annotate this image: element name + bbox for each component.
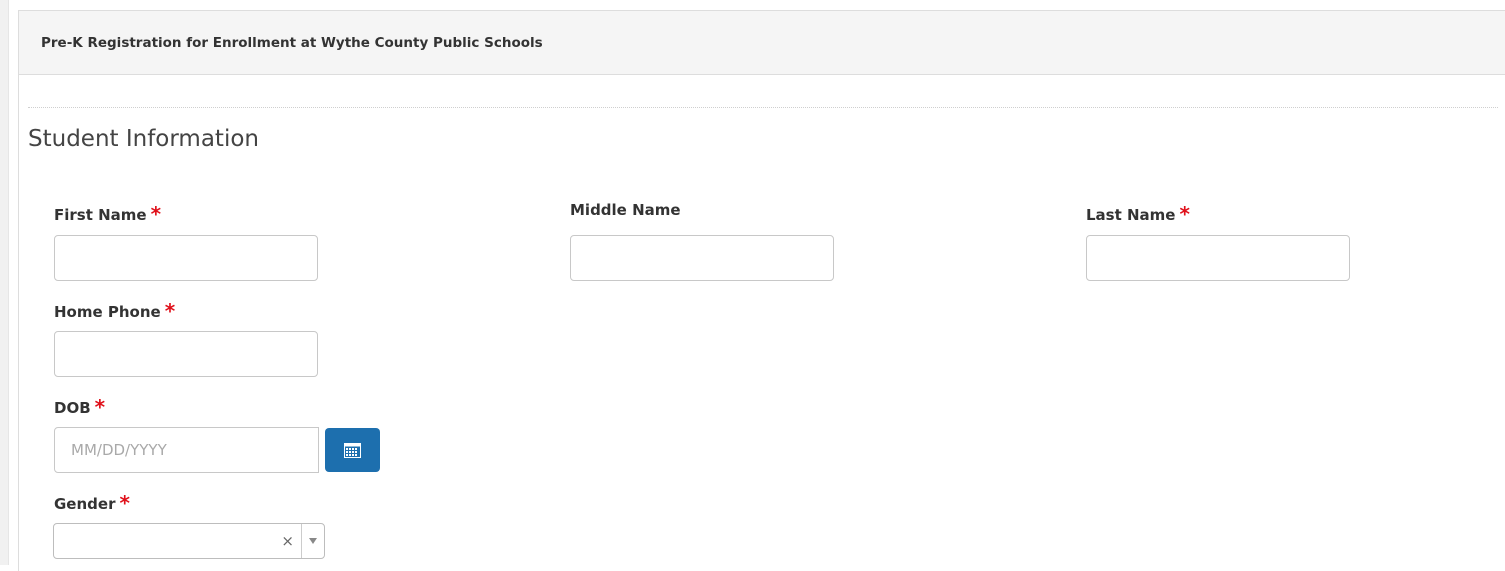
- panel-title: Pre-K Registration for Enrollment at Wyt…: [41, 34, 543, 51]
- home-phone-label: Home Phone *: [54, 298, 176, 323]
- gender-label: Gender *: [54, 490, 130, 515]
- middle-name-input[interactable]: [570, 235, 834, 281]
- section-title: Student Information: [28, 126, 259, 152]
- gender-select[interactable]: ×: [53, 523, 325, 559]
- first-name-required-mark: *: [150, 202, 162, 226]
- middle-name-label: Middle Name: [570, 201, 681, 219]
- gender-select-toggle[interactable]: [301, 524, 324, 558]
- chevron-down-icon: [309, 538, 317, 544]
- registration-panel: Pre-K Registration for Enrollment at Wyt…: [18, 10, 1505, 571]
- dob-label-text: DOB: [54, 399, 91, 417]
- last-name-required-mark: *: [1179, 202, 1190, 226]
- first-name-label-text: First Name: [54, 206, 147, 224]
- first-name-input[interactable]: [54, 235, 318, 281]
- close-icon[interactable]: ×: [281, 532, 294, 550]
- dob-input[interactable]: [54, 427, 319, 473]
- first-name-label: First Name *: [54, 201, 162, 226]
- home-phone-label-text: Home Phone: [54, 303, 161, 321]
- home-phone-input[interactable]: [54, 331, 318, 377]
- last-name-label-text: Last Name: [1086, 206, 1176, 224]
- home-phone-required-mark: *: [164, 299, 176, 323]
- section-divider: [28, 107, 1498, 108]
- gender-label-text: Gender: [54, 495, 116, 513]
- calendar-button[interactable]: [325, 428, 380, 472]
- calendar-icon: [344, 442, 361, 458]
- last-name-label: Last Name *: [1086, 201, 1190, 226]
- panel-header: Pre-K Registration for Enrollment at Wyt…: [19, 11, 1505, 75]
- dob-required-mark: *: [94, 395, 106, 419]
- last-name-input[interactable]: [1086, 235, 1350, 281]
- gender-required-mark: *: [119, 491, 130, 515]
- dob-label: DOB *: [54, 394, 106, 419]
- page-left-edge: [0, 0, 9, 565]
- middle-name-label-text: Middle Name: [570, 201, 681, 219]
